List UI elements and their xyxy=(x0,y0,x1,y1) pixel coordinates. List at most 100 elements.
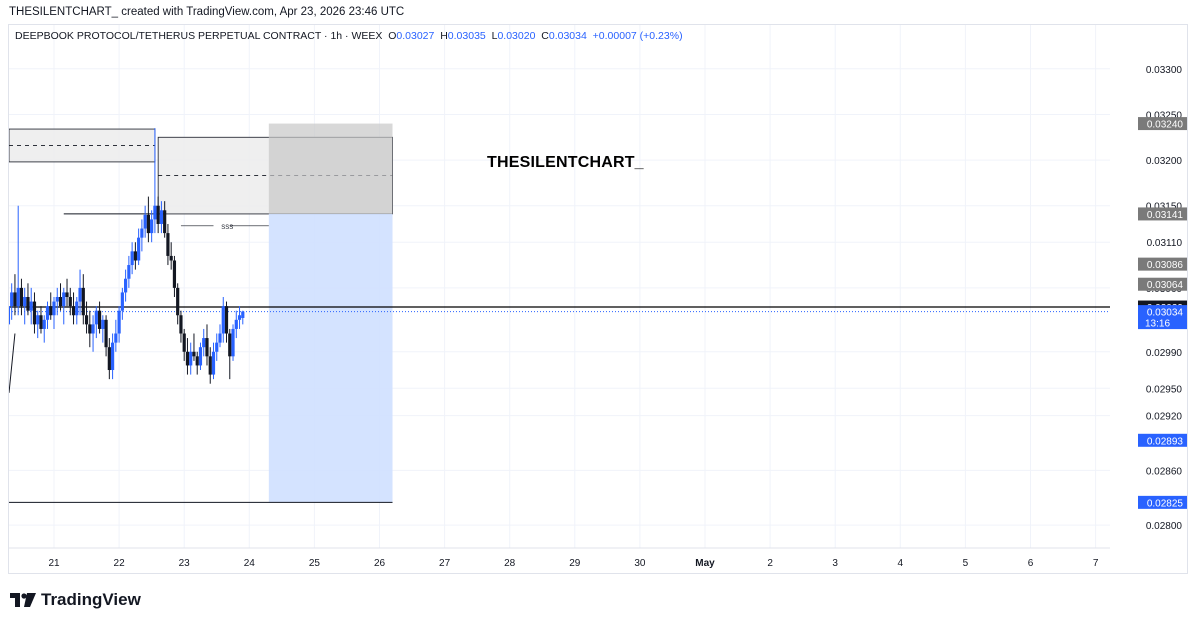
x-tick-label: 23 xyxy=(179,558,191,569)
candle-body xyxy=(0,292,3,315)
candle-body xyxy=(13,292,17,307)
x-tick-label: 26 xyxy=(374,558,386,569)
candle-body xyxy=(215,342,219,352)
candle-body xyxy=(42,319,46,329)
price-label-text: 0.03240 xyxy=(1147,120,1184,131)
x-tick-label: 5 xyxy=(963,558,969,569)
high-value: 0.03035 xyxy=(447,30,486,42)
x-tick-label: 3 xyxy=(832,558,838,569)
candle-body xyxy=(58,296,63,307)
x-tick-label: 28 xyxy=(504,558,516,569)
candle-body xyxy=(29,301,33,311)
x-tick-label: 22 xyxy=(114,558,126,569)
candle-body xyxy=(182,333,186,352)
candle-body xyxy=(4,292,7,324)
price-label-text: 0.03141 xyxy=(1147,210,1184,221)
candle-body xyxy=(150,219,154,234)
candle-body xyxy=(62,292,66,307)
candle-body xyxy=(140,228,144,238)
x-tick-label: 21 xyxy=(48,558,60,569)
candle-body xyxy=(120,292,124,311)
x-tick-label: 24 xyxy=(244,558,256,569)
candle-body xyxy=(198,347,203,366)
candle-body xyxy=(16,287,20,307)
candle-body xyxy=(97,310,102,329)
candle-body xyxy=(19,287,24,307)
candle-body xyxy=(208,356,212,375)
x-tick-label: May xyxy=(695,558,715,569)
open-value: 0.03027 xyxy=(396,30,435,42)
candle-body xyxy=(71,306,76,316)
candle-body xyxy=(88,324,92,334)
candle-body xyxy=(94,310,98,325)
price-label-text: 0.03086 xyxy=(1147,260,1184,271)
candle-body xyxy=(114,333,118,343)
candle-body xyxy=(176,287,180,316)
candle-body xyxy=(39,315,43,329)
x-tick-label: 4 xyxy=(898,558,904,569)
candle-body xyxy=(192,351,196,357)
candle-body xyxy=(159,210,164,224)
candle-body xyxy=(153,205,157,220)
candle-body xyxy=(146,214,150,234)
candle-body xyxy=(23,296,27,307)
high-label: H xyxy=(440,30,448,42)
candle-body xyxy=(91,324,95,334)
countdown-label: 13:16 xyxy=(1145,319,1170,330)
price-label-text: 0.03034 xyxy=(1147,308,1184,319)
symbol-title[interactable]: DEEPBOOK PROTOCOL/TETHERUS PERPETUAL CON… xyxy=(15,30,382,42)
candle-body xyxy=(185,351,190,366)
close-label: C xyxy=(541,30,549,42)
candle-body xyxy=(26,296,30,311)
candle-body xyxy=(78,287,82,302)
candle-body xyxy=(81,287,85,316)
candle-body xyxy=(9,306,11,325)
candle-body xyxy=(179,315,183,334)
candle-body xyxy=(49,306,53,316)
candle-body xyxy=(36,315,40,325)
price-label-text: 0.03064 xyxy=(1147,280,1184,291)
candle-body xyxy=(104,319,108,348)
candle-body xyxy=(110,342,115,371)
candle-body xyxy=(205,338,209,357)
candle-body xyxy=(221,306,225,334)
author-watermark: THESILENTCHART_ xyxy=(487,154,644,171)
candle-body xyxy=(84,315,89,325)
candle-body xyxy=(75,301,79,316)
y-tick-label: 0.02860 xyxy=(1146,466,1183,477)
chart-canvas[interactable]: SSS0.033000.032500.032000.031500.031100.… xyxy=(0,0,1200,626)
candle-body xyxy=(127,265,131,279)
y-tick-label: 0.02990 xyxy=(1146,348,1183,359)
tradingview-logo-icon xyxy=(10,593,36,607)
candle-body xyxy=(202,338,206,348)
tradingview-wordmark: TradingView xyxy=(41,590,141,609)
candle-body xyxy=(32,301,37,325)
candle-body xyxy=(211,351,216,375)
candle-body xyxy=(143,214,147,229)
candle-body xyxy=(101,319,105,329)
candle-body xyxy=(117,310,121,334)
price-label-text: 0.02825 xyxy=(1147,498,1184,509)
y-tick-label: 0.03110 xyxy=(1147,238,1183,249)
candle-body xyxy=(52,301,56,316)
y-tick-label: 0.02950 xyxy=(1146,384,1183,395)
price-label-text: 0.02893 xyxy=(1147,436,1184,447)
stop-loss-zone xyxy=(268,123,393,214)
candle-body xyxy=(130,251,134,266)
x-tick-label: 6 xyxy=(1028,558,1034,569)
candle-body xyxy=(10,292,14,307)
x-tick-label: 7 xyxy=(1093,558,1099,569)
tradingview-logo[interactable]: TradingView xyxy=(10,590,141,610)
candle-body xyxy=(228,333,232,357)
y-tick-label: 0.03200 xyxy=(1146,156,1183,167)
candle-body xyxy=(189,351,193,366)
candle-body xyxy=(195,356,199,366)
close-value: 0.03034 xyxy=(548,30,587,42)
candle-body xyxy=(137,237,141,261)
candle-body xyxy=(163,210,167,234)
candle-body xyxy=(172,260,177,288)
candle-body xyxy=(234,319,238,329)
x-tick-label: 2 xyxy=(767,558,773,569)
plot-area: SSS xyxy=(0,25,1110,548)
trend-line xyxy=(9,333,16,393)
